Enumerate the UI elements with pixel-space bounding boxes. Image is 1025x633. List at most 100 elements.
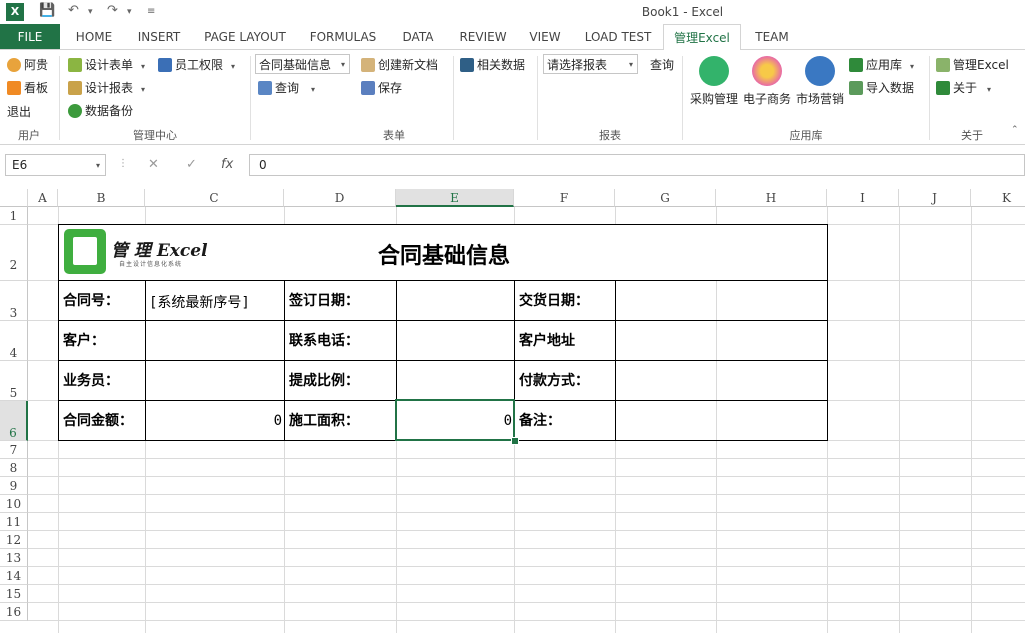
manage-excel-label: 管理Excel — [953, 58, 1009, 72]
related-data-button[interactable]: 相关数据 — [460, 56, 525, 73]
cancel-icon[interactable]: ✕ — [148, 157, 159, 172]
import-label: 导入数据 — [866, 81, 915, 95]
collapse-ribbon-icon[interactable]: ⌃ — [1011, 125, 1019, 135]
form-query-button[interactable]: 查询 ▾ — [258, 79, 315, 96]
fill-handle[interactable] — [511, 437, 519, 445]
chevron-down-icon: ▾ — [340, 60, 345, 69]
gridline — [899, 207, 900, 633]
name-box[interactable]: E6 ▾ — [5, 154, 106, 176]
user-label: 阿贵 — [24, 58, 49, 72]
row-header-6[interactable]: 6 — [0, 401, 28, 441]
column-header-e[interactable]: E — [396, 189, 514, 207]
column-header-i[interactable]: I — [827, 189, 899, 207]
dashboard-button[interactable]: 看板 — [7, 79, 48, 96]
column-header-d[interactable]: D — [284, 189, 396, 207]
related-data-icon — [460, 58, 474, 72]
gridline — [28, 584, 1025, 585]
staff-permission-button[interactable]: 员工权限 ▾ — [158, 56, 235, 73]
about-button[interactable]: 关于 ▾ — [936, 79, 991, 96]
row-header-1[interactable]: 1 — [0, 207, 28, 225]
label-contract-no: 合同号： — [63, 293, 119, 309]
tab-manage-excel[interactable]: 管理Excel — [663, 24, 741, 51]
row-header-9[interactable]: 9 — [0, 477, 28, 495]
form-border — [58, 224, 828, 225]
row-header-11[interactable]: 11 — [0, 513, 28, 531]
insert-function-icon[interactable]: fx — [221, 157, 233, 172]
purchase-button[interactable]: 采购管理 — [687, 56, 741, 107]
row-header-4[interactable]: 4 — [0, 321, 28, 361]
manage-excel-button[interactable]: 管理Excel — [936, 56, 1009, 73]
design-report-label: 设计报表 — [85, 81, 134, 95]
data-backup-button[interactable]: 数据备份 — [68, 102, 133, 119]
contract-amount-value[interactable]: 0 — [146, 413, 282, 429]
staff-permission-icon — [158, 58, 172, 72]
ecommerce-button[interactable]: 电子商务 — [741, 56, 793, 107]
user-icon — [7, 58, 21, 72]
active-cell-selection[interactable] — [395, 399, 515, 441]
tab-formulas[interactable]: FORMULAS — [302, 24, 384, 49]
shopping-cart-icon — [699, 56, 729, 86]
row-header-12[interactable]: 12 — [0, 531, 28, 549]
row-header-3[interactable]: 3 — [0, 281, 28, 321]
tab-team[interactable]: TEAM — [748, 24, 796, 49]
row-header-13[interactable]: 13 — [0, 549, 28, 567]
form-border — [58, 360, 828, 361]
row-header-14[interactable]: 14 — [0, 567, 28, 585]
gridline — [28, 494, 1025, 495]
tab-insert[interactable]: INSERT — [130, 24, 188, 49]
new-doc-button[interactable]: 创建新文档 — [361, 56, 438, 73]
row-header-16[interactable]: 16 — [0, 603, 28, 621]
dashboard-icon — [7, 81, 21, 95]
enter-icon[interactable]: ✓ — [186, 157, 197, 172]
logout-button[interactable]: 退出 — [7, 103, 31, 120]
column-header-j[interactable]: J — [899, 189, 971, 207]
formula-input[interactable]: 0 — [249, 154, 1025, 176]
row-header-7[interactable]: 7 — [0, 441, 28, 459]
tab-review[interactable]: REVIEW — [454, 24, 512, 49]
dashboard-label: 看板 — [24, 81, 49, 95]
select-all-corner[interactable] — [0, 189, 28, 207]
group-label-report: 报表 — [599, 129, 621, 142]
ribbon: 阿贵 看板 退出 用户 设计表单 ▾ 设计报表 ▾ 数据备份 员工权限 ▾ 管理中心 … — [0, 50, 1025, 145]
import-data-button[interactable]: 导入数据 — [849, 79, 914, 96]
report-select[interactable]: 请选择报表 ▾ — [543, 54, 638, 74]
design-report-button[interactable]: 设计报表 ▾ — [68, 79, 145, 96]
chevron-down-icon: ▾ — [95, 161, 100, 170]
form-select[interactable]: 合同基础信息 ▾ — [255, 54, 350, 74]
column-header-b[interactable]: B — [58, 189, 145, 207]
column-header-a[interactable]: A — [28, 189, 58, 207]
tab-file[interactable]: FILE — [0, 24, 60, 49]
tab-page-layout[interactable]: PAGE LAYOUT — [196, 24, 294, 49]
tab-home[interactable]: HOME — [64, 24, 124, 49]
form-select-value: 合同基础信息 — [259, 58, 332, 72]
column-header-k[interactable]: K — [971, 189, 1025, 207]
row-header-15[interactable]: 15 — [0, 585, 28, 603]
user-button[interactable]: 阿贵 — [7, 56, 48, 73]
label-payment: 付款方式： — [519, 373, 589, 389]
column-header-h[interactable]: H — [716, 189, 827, 207]
new-doc-icon — [361, 58, 375, 72]
column-header-g[interactable]: G — [615, 189, 716, 207]
tab-data[interactable]: DATA — [394, 24, 442, 49]
report-query-button[interactable]: 查询 — [650, 56, 674, 73]
row-header-8[interactable]: 8 — [0, 459, 28, 477]
label-area: 施工面积： — [289, 413, 359, 429]
tab-load-test[interactable]: LOAD TEST — [578, 24, 658, 49]
marketing-button[interactable]: 市场营销 — [794, 56, 846, 107]
data-backup-label: 数据备份 — [85, 104, 134, 118]
contract-serial-value[interactable]: [系统最新序号] — [149, 292, 250, 312]
logo-subtitle: 自主设计信息化系统 — [119, 261, 183, 268]
spreadsheet-grid: A B C D E F G H I J K 1 2 3 4 5 6 7 8 9 … — [0, 189, 1025, 633]
row-header-2[interactable]: 2 — [0, 225, 28, 281]
design-form-button[interactable]: 设计表单 ▾ — [68, 56, 145, 73]
app-library-button[interactable]: 应用库 ▾ — [849, 56, 914, 73]
column-header-c[interactable]: C — [145, 189, 284, 207]
label-remark: 备注： — [519, 413, 561, 429]
label-commission: 提成比例： — [289, 373, 359, 389]
row-header-5[interactable]: 5 — [0, 361, 28, 401]
tab-view[interactable]: VIEW — [524, 24, 566, 49]
row-header-10[interactable]: 10 — [0, 495, 28, 513]
ribbon-tabs: FILE HOME INSERT PAGE LAYOUT FORMULAS DA… — [0, 24, 1025, 51]
column-header-f[interactable]: F — [514, 189, 615, 207]
save-button[interactable]: 保存 — [361, 79, 402, 96]
